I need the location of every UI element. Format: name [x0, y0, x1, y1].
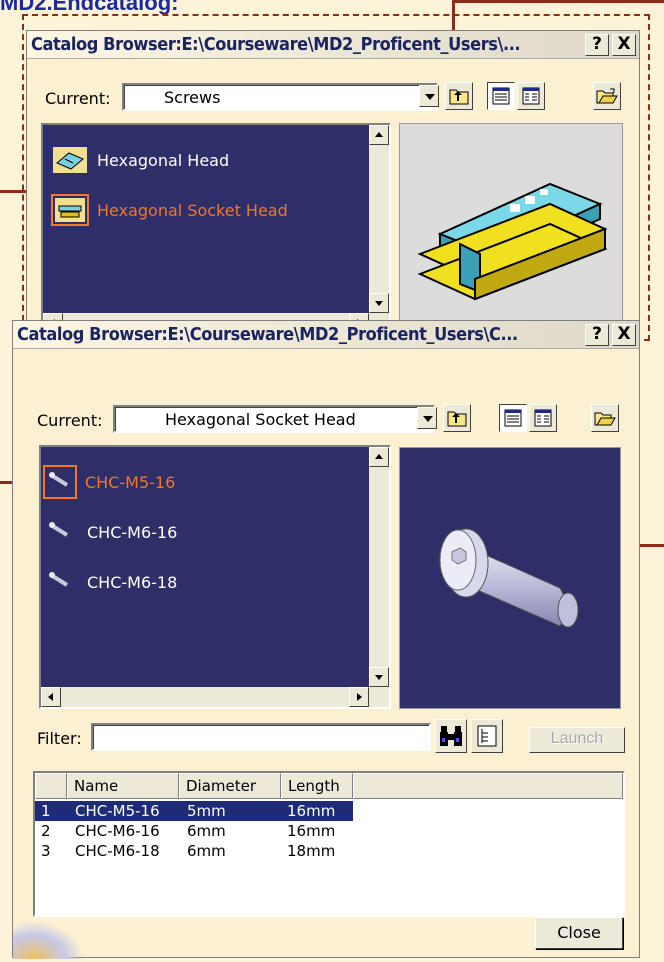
search-button[interactable]: [435, 719, 467, 753]
close-dialog-button[interactable]: Close: [535, 917, 623, 949]
column-header-diameter[interactable]: Diameter: [179, 773, 281, 799]
details-view-icon: [504, 409, 522, 427]
close-button[interactable]: X: [612, 324, 636, 346]
window-title: Catalog Browser:E:\Courseware\MD2_Profic…: [31, 34, 521, 55]
open-folder-icon: [594, 412, 616, 426]
scroll-down-button[interactable]: [369, 293, 389, 313]
vertical-scrollbar[interactable]: [369, 125, 389, 313]
view-details-button[interactable]: [499, 404, 527, 432]
row-length: 18mm: [287, 842, 336, 860]
screw-3d-preview: [439, 528, 579, 628]
catalog-list-bottom[interactable]: CHC-M5-16 CHC-M6-16 CHC-M6-18: [39, 445, 391, 709]
decorative-glow: [13, 921, 83, 959]
list-item[interactable]: CHC-M6-18: [45, 565, 177, 599]
list-item-label: CHC-M6-18: [87, 572, 178, 592]
screw-family-preview-icon: [417, 164, 608, 301]
screw-icon: [45, 517, 79, 547]
row-index: 3: [41, 842, 51, 860]
tree-view-button[interactable]: [471, 719, 503, 753]
open-catalog-button[interactable]: [593, 82, 621, 110]
preview-pane-bottom: [399, 447, 621, 709]
table-row[interactable]: 1 CHC-M5-16 5mm 16mm: [35, 801, 353, 821]
row-index: 1: [41, 802, 51, 820]
help-button[interactable]: ?: [585, 324, 609, 346]
table-row[interactable]: 2 CHC-M6-16 6mm 16mm: [35, 821, 353, 841]
screw-icon: [43, 465, 77, 499]
column-header-name[interactable]: Name: [67, 773, 179, 799]
view-list-button[interactable]: [517, 82, 545, 110]
scroll-up-button[interactable]: [369, 447, 389, 467]
scroll-down-button[interactable]: [369, 667, 389, 687]
catalog-list-top[interactable]: Hexagonal Head Hexagonal Socket Head: [41, 123, 391, 335]
binoculars-icon: [440, 726, 462, 746]
filter-input[interactable]: [91, 723, 431, 751]
list-item-label: Hexagonal Socket Head: [97, 200, 288, 220]
current-combo[interactable]: Screws: [122, 83, 438, 111]
row-diameter: 5mm: [187, 802, 226, 820]
scroll-left-button[interactable]: [41, 687, 61, 707]
current-value: Screws: [164, 88, 221, 107]
current-label: Current:: [37, 411, 103, 430]
scroll-up-button[interactable]: [369, 125, 389, 145]
scroll-right-button[interactable]: [349, 687, 369, 707]
row-name: CHC-M6-16: [75, 822, 160, 840]
current-value: Hexagonal Socket Head: [165, 410, 356, 429]
row-diameter: 6mm: [187, 842, 226, 860]
close-button[interactable]: X: [612, 34, 636, 56]
list-view-icon: [534, 409, 552, 427]
list-item-label: CHC-M6-16: [87, 522, 178, 542]
screw-icon: [45, 567, 79, 597]
list-item-label: Hexagonal Head: [97, 150, 230, 170]
row-length: 16mm: [287, 802, 336, 820]
catalog-chapter-icon: [53, 147, 87, 173]
folder-up-icon: [447, 411, 467, 427]
catalog-browser-window-bottom: Catalog Browser:E:\Courseware\MD2_Profic…: [12, 320, 640, 959]
title-bar: Catalog Browser:E:\Courseware\MD2_Profic…: [13, 321, 639, 349]
column-header-filler: [353, 773, 623, 799]
parts-table[interactable]: Name Diameter Length 1 CHC-M5-16 5mm 16m…: [33, 771, 625, 917]
preview-pane-top: [399, 123, 623, 335]
row-length: 16mm: [287, 822, 336, 840]
list-item-label: CHC-M5-16: [85, 472, 176, 492]
title-bar: Catalog Browser:E:\Courseware\MD2_Profic…: [27, 31, 639, 59]
window-title: Catalog Browser:E:\Courseware\MD2_Profic…: [17, 324, 518, 345]
folder-up-icon: [449, 89, 469, 105]
horizontal-scrollbar[interactable]: [41, 687, 389, 707]
parent-folder-button[interactable]: [445, 82, 473, 110]
view-details-button[interactable]: [487, 82, 515, 110]
vertical-scrollbar[interactable]: [369, 447, 389, 687]
current-combo[interactable]: Hexagonal Socket Head: [113, 405, 435, 433]
launch-button[interactable]: Launch: [529, 727, 625, 753]
column-header-length[interactable]: Length: [281, 773, 353, 799]
current-dropdown-button[interactable]: [417, 407, 437, 429]
open-catalog-button[interactable]: [591, 404, 619, 432]
catalog-browser-window-top: Catalog Browser:E:\Courseware\MD2_Profic…: [26, 30, 640, 340]
list-item[interactable]: CHC-M6-16: [45, 515, 177, 549]
row-index: 2: [41, 822, 51, 840]
details-view-icon: [492, 87, 510, 105]
current-label: Current:: [45, 89, 111, 108]
list-view-icon: [522, 87, 540, 105]
list-item[interactable]: Hexagonal Head: [51, 145, 229, 175]
help-button[interactable]: ?: [585, 34, 609, 56]
catalog-chapter-icon: [51, 194, 89, 226]
open-folder-icon: [596, 88, 618, 104]
table-row[interactable]: 3 CHC-M6-18 6mm 18mm: [35, 841, 353, 861]
current-dropdown-button[interactable]: [419, 85, 439, 107]
row-name: CHC-M6-18: [75, 842, 160, 860]
row-diameter: 6mm: [187, 822, 226, 840]
filter-label: Filter:: [37, 729, 82, 748]
view-list-button[interactable]: [529, 404, 557, 432]
tree-icon: [477, 725, 497, 747]
list-item[interactable]: CHC-M5-16: [43, 465, 175, 499]
parent-folder-button[interactable]: [443, 404, 471, 432]
column-header-index[interactable]: [35, 773, 67, 799]
row-name: CHC-M5-16: [75, 802, 160, 820]
list-item[interactable]: Hexagonal Socket Head: [51, 193, 288, 227]
